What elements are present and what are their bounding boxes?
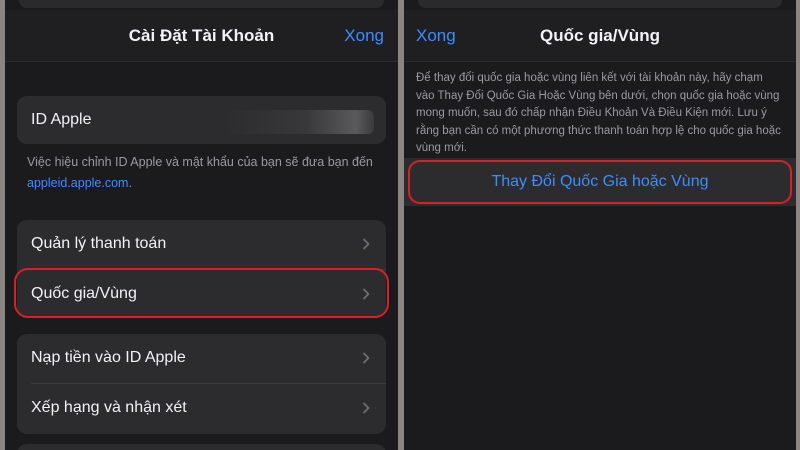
apple-id-label: ID Apple [31,111,92,128]
page-title: Cài Đặt Tài Khoản [128,26,275,45]
change-region-description: Để thay đổi quốc gia hoặc vùng liên kết … [416,72,781,154]
payment-region-group: Quản lý thanh toán Quốc gia/Vùng [17,220,386,318]
country-region-label: Quốc gia/Vùng [31,285,137,302]
account-settings-screen: Cài Đặt Tài Khoản Xong ID Apple Việc hiệ… [5,0,398,450]
apple-id-note-text: Việc hiệu chỉnh ID Apple và mật khẩu của… [27,155,373,169]
navigation-bar: Xong Quốc gia/Vùng [404,10,796,62]
done-button[interactable]: Xong [344,26,384,46]
add-funds-label: Nạp tiền vào ID Apple [31,349,186,366]
ratings-reviews-label: Xếp hạng và nhận xét [31,399,187,416]
apple-id-note-end: . [128,176,132,190]
apple-id-group: ID Apple [17,96,386,144]
page-title: Quốc gia/Vùng [540,26,660,45]
add-funds-row[interactable]: Nạp tiền vào ID Apple [17,334,386,382]
previous-sheet-edge [19,0,384,8]
manage-payments-label: Quản lý thanh toán [31,235,167,252]
country-region-row[interactable]: Quốc gia/Vùng [17,270,386,318]
ratings-reviews-row[interactable]: Xếp hạng và nhận xét [17,384,386,432]
previous-sheet-edge [418,0,782,8]
apple-id-note: Việc hiệu chỉnh ID Apple và mật khẩu của… [27,152,378,194]
chevron-right-icon [363,402,370,414]
chevron-right-icon [363,352,370,364]
funds-ratings-group: Nạp tiền vào ID Apple Xếp hạng và nhận x… [17,334,386,434]
manage-payments-row[interactable]: Quản lý thanh toán [17,220,386,268]
chevron-right-icon [363,238,370,250]
next-group-edge [17,444,386,450]
appleid-link[interactable]: appleid.apple.com [27,176,128,190]
redacted-apple-id [224,110,374,134]
chevron-right-icon [363,288,370,300]
navigation-bar: Cài Đặt Tài Khoản Xong [5,10,398,62]
change-country-region-button[interactable]: Thay Đổi Quốc Gia hoặc Vùng [404,158,796,206]
country-region-screen: Xong Quốc gia/Vùng Để thay đổi quốc gia … [404,0,796,450]
